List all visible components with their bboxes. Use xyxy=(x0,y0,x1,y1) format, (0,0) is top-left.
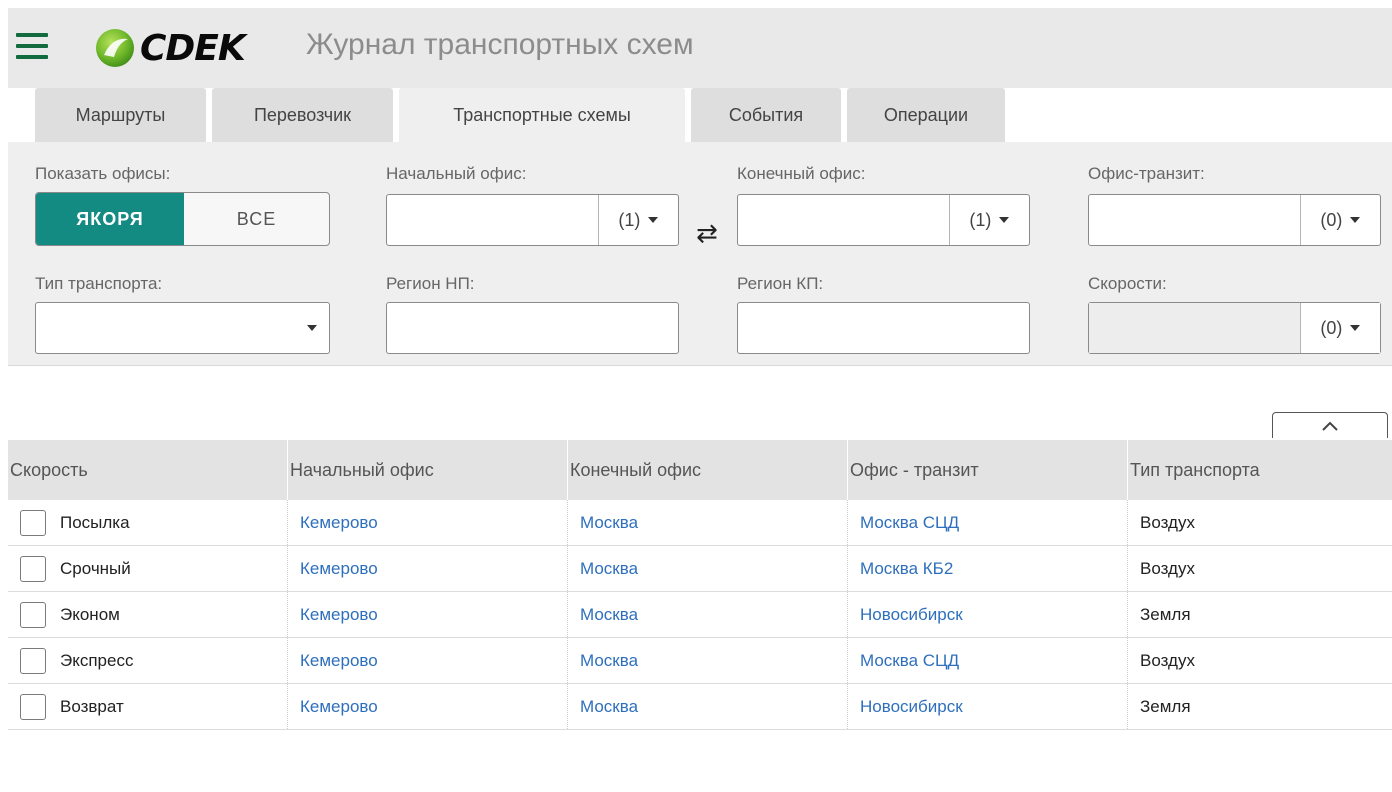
start-office-field: (1) xyxy=(386,194,679,246)
row-checkbox[interactable] xyxy=(20,693,46,720)
start-office-link[interactable]: Кемерово xyxy=(288,592,568,637)
table-row: Возврат Кемерово Москва Новосибирск Земл… xyxy=(8,684,1392,730)
caret-down-icon xyxy=(648,217,659,223)
start-office-link[interactable]: Кемерово xyxy=(288,638,568,683)
anchors-option-button[interactable]: ЯКОРЯ xyxy=(36,193,184,245)
page-title: Журнал транспортных схем xyxy=(306,28,694,61)
end-office-label: Конечный офис: xyxy=(737,164,866,183)
end-office-count: (1) xyxy=(969,209,992,230)
speeds-input xyxy=(1089,303,1300,353)
end-office-link[interactable]: Москва xyxy=(568,684,848,729)
speed-cell: Срочный xyxy=(8,546,288,591)
speed-cell: Посылка xyxy=(8,500,288,545)
caret-down-icon xyxy=(1350,217,1361,223)
chevron-up-icon xyxy=(1322,421,1338,431)
start-office-count: (1) xyxy=(618,209,641,230)
speed-value: Экспресс xyxy=(60,650,134,670)
speeds-field: (0) xyxy=(1088,302,1381,354)
end-office-link[interactable]: Москва xyxy=(568,638,848,683)
end-office-count-dropdown[interactable]: (1) xyxy=(948,195,1029,245)
caret-down-icon xyxy=(307,325,317,331)
tab-routes[interactable]: Маршруты xyxy=(35,88,206,142)
cdek-logo-icon xyxy=(96,29,134,67)
tab-events[interactable]: События xyxy=(691,88,841,142)
end-office-link[interactable]: Москва xyxy=(568,546,848,591)
caret-down-icon xyxy=(999,217,1010,223)
transit-office-count-dropdown[interactable]: (0) xyxy=(1299,195,1380,245)
start-office-label: Начальный офис: xyxy=(386,164,527,183)
row-checkbox[interactable] xyxy=(20,555,46,582)
transport-type-cell: Воздух xyxy=(1140,512,1195,532)
transport-schemes-table: Скорость Начальный офис Конечный офис Оф… xyxy=(8,440,1392,730)
transit-office-field: (0) xyxy=(1088,194,1381,246)
table-header: Скорость Начальный офис Конечный офис Оф… xyxy=(8,440,1392,500)
transit-office-input[interactable] xyxy=(1089,195,1300,245)
speed-value: Посылка xyxy=(60,512,130,532)
transport-type-cell: Земля xyxy=(1140,696,1191,716)
transit-office-link[interactable]: Москва СЦД xyxy=(848,638,1128,683)
caret-down-icon xyxy=(1350,325,1361,331)
transport-type-select[interactable] xyxy=(35,302,330,354)
row-checkbox[interactable] xyxy=(20,647,46,674)
speed-value: Возврат xyxy=(60,696,124,716)
end-office-link[interactable]: Москва xyxy=(568,592,848,637)
transit-office-link[interactable]: Новосибирск xyxy=(848,684,1128,729)
row-checkbox[interactable] xyxy=(20,601,46,628)
all-option-button[interactable]: ВСЕ xyxy=(184,193,329,245)
app-window: CDEK Журнал транспортных схем Маршруты П… xyxy=(8,8,1392,792)
transport-type-cell: Воздух xyxy=(1140,650,1195,670)
speeds-label: Скорости: xyxy=(1088,274,1167,293)
hamburger-menu-icon[interactable] xyxy=(13,29,53,65)
app-header: CDEK Журнал транспортных схем xyxy=(8,8,1392,88)
region-start-label: Регион НП: xyxy=(386,274,475,293)
swap-arrows-icon[interactable]: ⇄ xyxy=(696,220,718,246)
column-header-transport-type[interactable]: Тип транспорта xyxy=(1128,440,1392,500)
table-row: Экспресс Кемерово Москва Москва СЦД Возд… xyxy=(8,638,1392,684)
row-checkbox[interactable] xyxy=(20,509,46,536)
speed-value: Эконом xyxy=(60,604,120,624)
cdek-logo: CDEK xyxy=(94,26,246,70)
transit-office-link[interactable]: Москва КБ2 xyxy=(848,546,1128,591)
table-row: Эконом Кемерово Москва Новосибирск Земля xyxy=(8,592,1392,638)
show-offices-toggle: ЯКОРЯ ВСЕ xyxy=(35,192,330,246)
collapse-filters-button[interactable] xyxy=(1272,412,1388,438)
column-header-end-office[interactable]: Конечный офис xyxy=(568,440,848,500)
speed-cell: Эконом xyxy=(8,592,288,637)
show-offices-label: Показать офисы: xyxy=(35,164,171,183)
speeds-count: (0) xyxy=(1320,317,1343,338)
transit-office-link[interactable]: Новосибирск xyxy=(848,592,1128,637)
speed-cell: Возврат xyxy=(8,684,288,729)
transit-office-count: (0) xyxy=(1320,209,1343,230)
column-header-transit-office[interactable]: Офис - транзит xyxy=(848,440,1128,500)
start-office-input[interactable] xyxy=(387,195,598,245)
transit-office-label: Офис-транзит: xyxy=(1088,164,1205,183)
column-header-speed[interactable]: Скорость xyxy=(8,440,288,500)
transport-type-label: Тип транспорта: xyxy=(35,274,163,293)
region-end-label: Регион КП: xyxy=(737,274,824,293)
end-office-field: (1) xyxy=(737,194,1030,246)
end-office-link[interactable]: Москва xyxy=(568,500,848,545)
speed-value: Срочный xyxy=(60,558,131,578)
tab-transport-schemes[interactable]: Транспортные схемы xyxy=(399,88,685,142)
table-row: Срочный Кемерово Москва Москва КБ2 Возду… xyxy=(8,546,1392,592)
speeds-count-dropdown[interactable]: (0) xyxy=(1299,303,1380,353)
region-start-input[interactable] xyxy=(386,302,679,354)
end-office-input[interactable] xyxy=(738,195,949,245)
start-office-count-dropdown[interactable]: (1) xyxy=(597,195,678,245)
tab-operations[interactable]: Операции xyxy=(847,88,1005,142)
column-header-start-office[interactable]: Начальный офис xyxy=(288,440,568,500)
start-office-link[interactable]: Кемерово xyxy=(288,546,568,591)
filter-panel: Показать офисы: ЯКОРЯ ВСЕ Начальный офис… xyxy=(8,142,1392,366)
transport-type-cell: Воздух xyxy=(1140,558,1195,578)
tab-carrier[interactable]: Перевозчик xyxy=(212,88,393,142)
transport-type-cell: Земля xyxy=(1140,604,1191,624)
start-office-link[interactable]: Кемерово xyxy=(288,500,568,545)
transit-office-link[interactable]: Москва СЦД xyxy=(848,500,1128,545)
start-office-link[interactable]: Кемерово xyxy=(288,684,568,729)
logo-wordmark: CDEK xyxy=(140,27,246,69)
table-row: Посылка Кемерово Москва Москва СЦД Возду… xyxy=(8,500,1392,546)
region-end-input[interactable] xyxy=(737,302,1030,354)
tab-bar: Маршруты Перевозчик Транспортные схемы С… xyxy=(8,88,1392,142)
speed-cell: Экспресс xyxy=(8,638,288,683)
